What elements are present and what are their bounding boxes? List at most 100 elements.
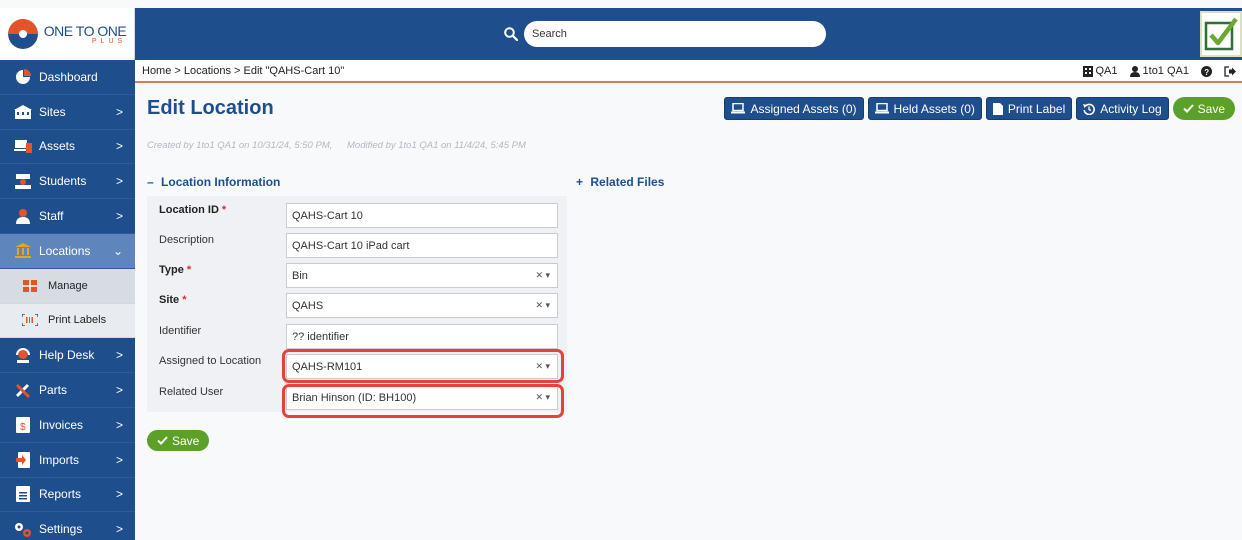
sidebar-item-locations[interactable]: Locations ⌄ [0, 233, 135, 269]
help-icon[interactable]: ? [1201, 65, 1212, 77]
sidebar-item-staff[interactable]: Staff > [0, 199, 135, 234]
sidebar-subitem-print-labels[interactable]: Print Labels [0, 303, 135, 339]
clear-dropdown-icon[interactable]: ✕ ▾ [535, 270, 550, 281]
assigned-location-select[interactable]: QAHS-RM101 ✕ ▾ [286, 354, 558, 379]
sidebar-item-label: Settings [39, 522, 83, 537]
sidebar-item-invoices[interactable]: $ Invoices > [0, 408, 135, 443]
laptop-icon [731, 103, 746, 114]
logout-icon[interactable] [1224, 65, 1236, 77]
sidebar-item-assets[interactable]: Assets > [0, 130, 135, 165]
section-title-location-information: Location Information [161, 175, 281, 189]
parts-icon [14, 382, 32, 398]
search-bar [504, 21, 826, 47]
sidebar-item-label: Dashboard [39, 69, 98, 84]
chevron-right-icon: > [115, 174, 123, 189]
form-row-location-id: Location ID * QAHS-Cart 10 [147, 198, 567, 228]
user-icon [1129, 65, 1140, 77]
type-select[interactable]: Bin ✕ ▾ [286, 263, 558, 288]
location-form: Location ID * QAHS-Cart 10 Description QA… [147, 196, 567, 412]
history-icon [1083, 103, 1096, 115]
record-metadata: Created by 1to1 QA1 on 10/31/24, 5:50 PM… [147, 140, 538, 151]
chevron-right-icon: > [115, 139, 123, 154]
sidebar-subitem-manage[interactable]: Manage [0, 268, 135, 304]
sidebar-item-students[interactable]: Students > [0, 164, 135, 200]
description-field[interactable]: QAHS-Cart 10 iPad cart [286, 233, 558, 258]
activity-log-button[interactable]: Activity Log [1076, 97, 1169, 120]
user-menu[interactable]: 1to1 QA1 [1129, 65, 1189, 77]
search-icon[interactable] [504, 27, 518, 41]
bottom-save-label: Save [172, 433, 200, 448]
clear-dropdown-icon[interactable]: ✕ ▾ [535, 392, 550, 403]
chevron-right-icon: > [115, 522, 123, 537]
chevron-right-icon: > [115, 383, 123, 398]
required-marker: * [221, 204, 227, 216]
sidebar-item-parts[interactable]: Parts > [0, 373, 135, 408]
search-input[interactable] [524, 21, 826, 47]
sidebar-item-label: Locations [39, 243, 91, 258]
dashboard-icon [14, 68, 32, 85]
bottom-save-button[interactable]: Save [147, 430, 210, 451]
sidebar-subitem-label: Print Labels [48, 314, 107, 327]
bottom-save-wrap: Save [147, 430, 210, 451]
clear-dropdown-icon[interactable]: ✕ ▾ [535, 300, 550, 311]
assigned-assets-label: Assigned Assets (0) [750, 101, 857, 116]
section-toggle-location-information[interactable]: – Location Information [147, 175, 280, 189]
help-desk-icon [14, 347, 32, 363]
user-bar: QA1 1to1 QA1 ? [1082, 65, 1236, 77]
assigned-assets-button[interactable]: Assigned Assets (0) [724, 97, 864, 120]
sidebar-item-sites[interactable]: Sites > [0, 95, 135, 130]
top-header: ONE TO ONE PLUS [0, 8, 1242, 60]
chevron-right-icon: > [115, 348, 123, 363]
sidebar-subitem-label: Manage [48, 279, 88, 292]
sidebar-item-settings[interactable]: Settings > [0, 512, 135, 540]
barcode-icon [22, 314, 38, 327]
related-user-select[interactable]: Brian Hinson (ID: BH100) ✕ ▾ [286, 385, 558, 410]
expand-icon: + [576, 175, 584, 189]
site-select[interactable]: QAHS ✕ ▾ [286, 293, 558, 318]
sidebar-item-label: Students [39, 174, 87, 189]
sidebar-item-dashboard[interactable]: Dashboard [0, 60, 135, 95]
identifier-label: Identifier [159, 325, 202, 337]
invoices-icon: $ [14, 416, 32, 433]
breadcrumb[interactable]: Home > Locations > Edit "QAHS-Cart 10" [142, 65, 344, 77]
site-label: Site * [159, 294, 187, 306]
svg-text:?: ? [1204, 68, 1209, 77]
created-text: Created by 1to1 QA1 on 10/31/24, 5:50 PM… [147, 140, 333, 151]
sidebar-item-label: Assets [39, 139, 76, 154]
chevron-down-icon: ⌄ [112, 243, 123, 258]
org-switcher[interactable]: QA1 [1082, 65, 1118, 77]
check-icon [157, 436, 168, 445]
laptop-icon [874, 103, 889, 114]
svg-text:$: $ [20, 422, 26, 433]
held-assets-label: Held Assets (0) [893, 101, 975, 116]
sidebar-item-label: Staff [39, 209, 64, 224]
sidebar-item-help-desk[interactable]: Help Desk > [0, 338, 135, 374]
logo-mark-icon [7, 19, 38, 49]
required-marker: * [182, 294, 187, 306]
sidebar-item-label: Help Desk [39, 348, 95, 363]
identifier-field[interactable]: ?? identifier [286, 324, 558, 349]
manage-grid-icon [22, 279, 38, 292]
user-name: 1to1 QA1 [1142, 65, 1189, 77]
page-title: Edit Location [147, 97, 274, 119]
chevron-right-icon: > [115, 487, 123, 502]
location-id-field[interactable]: QAHS-Cart 10 [286, 203, 558, 228]
breadcrumb-bar: Home > Locations > Edit "QAHS-Cart 10" Q… [135, 60, 1242, 83]
sidebar-item-label: Reports [39, 487, 82, 502]
sidebar-item-imports[interactable]: Imports > [0, 443, 135, 478]
staff-icon [14, 208, 32, 224]
section-toggle-related-files[interactable]: + Related Files [576, 175, 664, 189]
check-icon [1182, 104, 1194, 113]
print-label-button[interactable]: Print Label [985, 97, 1073, 120]
chevron-right-icon: > [115, 104, 123, 119]
sidebar-item-reports[interactable]: Reports > [0, 478, 135, 513]
description-label: Description [159, 234, 215, 246]
sidebar-item-label: Sites [39, 104, 66, 119]
clear-dropdown-icon[interactable]: ✕ ▾ [535, 361, 550, 372]
held-assets-button[interactable]: Held Assets (0) [867, 97, 982, 120]
save-button[interactable]: Save [1172, 97, 1235, 120]
imports-icon [14, 451, 32, 468]
brand-logo[interactable]: ONE TO ONE PLUS [0, 8, 135, 60]
form-row-related-user: Related User Brian Hinson (ID: BH100) ✕ ▾ [147, 380, 567, 410]
reports-icon [14, 486, 32, 503]
